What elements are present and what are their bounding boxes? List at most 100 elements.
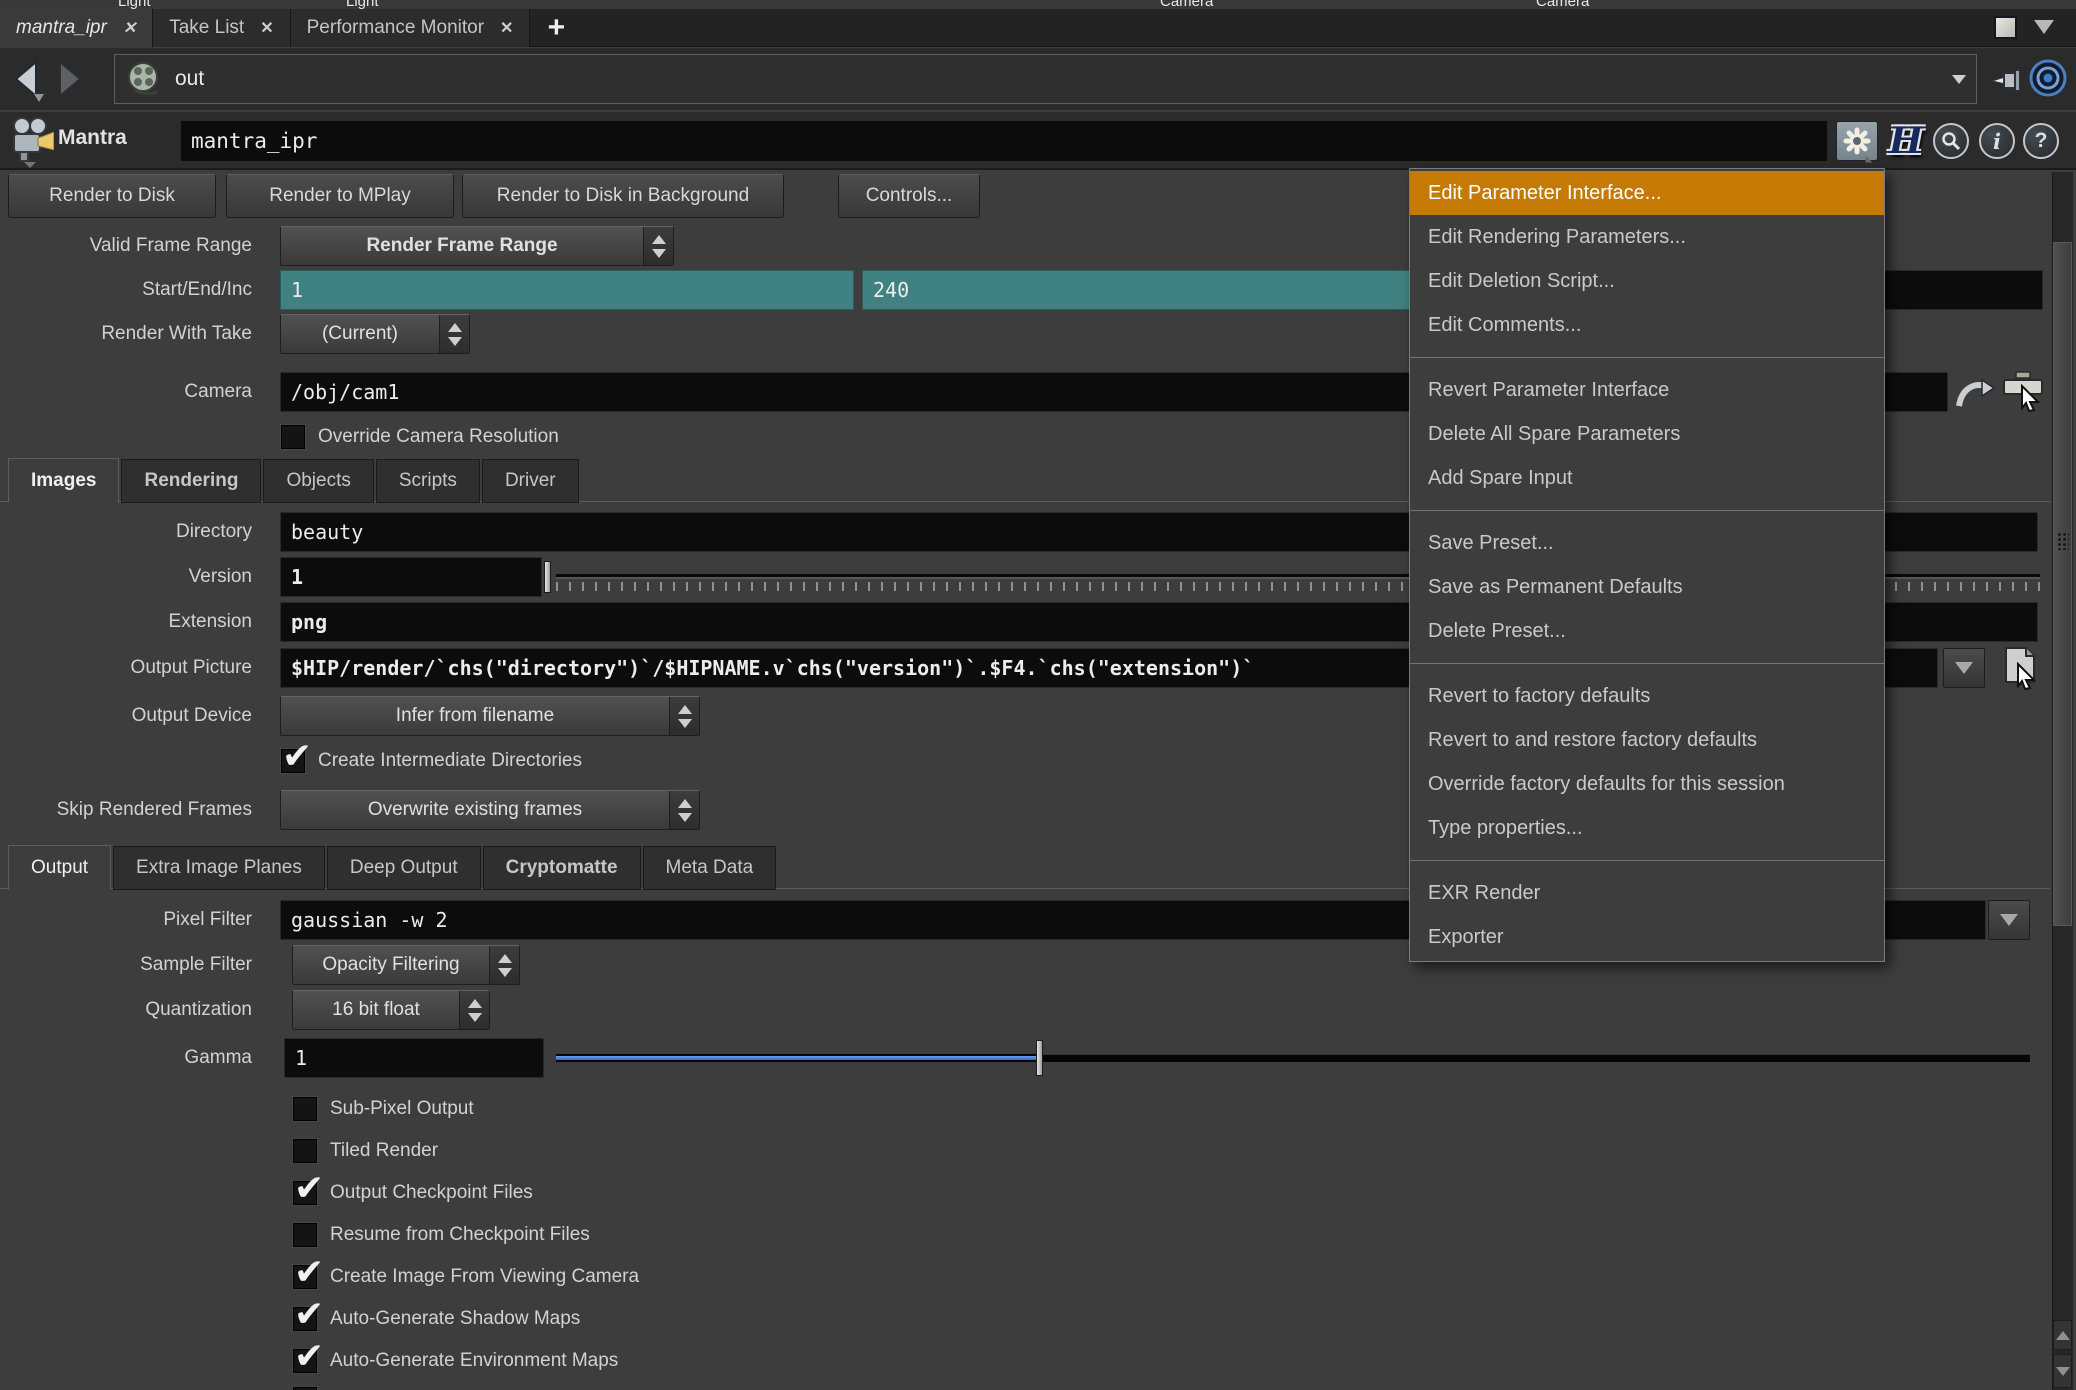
render-to-mplay-button[interactable]: Render to MPlay: [226, 174, 454, 218]
search-button[interactable]: [1932, 121, 1970, 161]
pane-tab-mantra-ipr[interactable]: mantra_ipr ✕: [0, 9, 153, 47]
gear-menu-button[interactable]: [1836, 121, 1878, 161]
maximize-pane-icon[interactable]: [1994, 16, 2017, 39]
sample-filter-dropdown[interactable]: Opacity Filtering: [292, 945, 520, 985]
pane-tab-performance-monitor[interactable]: Performance Monitor ✕: [291, 9, 531, 47]
menu-item-type-properties[interactable]: Type properties...: [1410, 806, 1884, 850]
menu-item-revert-to-and-restore-factory-defaults[interactable]: Revert to and restore factory defaults: [1410, 718, 1884, 762]
houdini-logo: H: [1889, 120, 1923, 162]
quantization-dropdown[interactable]: 16 bit float: [292, 990, 490, 1030]
menu-item-exporter[interactable]: Exporter: [1410, 915, 1884, 959]
create-image-from-viewing-camera-checkbox[interactable]: ✔: [292, 1264, 318, 1290]
gamma-field[interactable]: 1: [284, 1038, 544, 1078]
help-button[interactable]: ?: [2022, 121, 2060, 161]
menu-item-add-spare-input[interactable]: Add Spare Input: [1410, 456, 1884, 500]
choose-file-icon[interactable]: [1998, 644, 2044, 690]
controls-button[interactable]: Controls...: [838, 174, 980, 218]
houdini-logo-button[interactable]: H: [1884, 121, 1928, 161]
menu-item-save-as-permanent-defaults[interactable]: Save as Permanent Defaults: [1410, 565, 1884, 609]
param-label-pixel-filter: Pixel Filter: [0, 900, 252, 940]
version-field[interactable]: 1: [280, 557, 542, 597]
param-label-quantization: Quantization: [0, 990, 252, 1030]
close-icon[interactable]: ✕: [260, 18, 273, 38]
tab-meta-data[interactable]: Meta Data: [643, 846, 777, 890]
menu-item-save-preset[interactable]: Save Preset...: [1410, 521, 1884, 565]
tab-deep-output[interactable]: Deep Output: [327, 846, 481, 890]
output-device-dropdown[interactable]: Infer from filename: [280, 696, 700, 736]
param-label-start-end-inc: Start/End/Inc: [0, 270, 252, 310]
create-intermediate-directories-checkbox[interactable]: ✔: [280, 748, 306, 774]
valid-frame-range-dropdown[interactable]: Render Frame Range: [280, 226, 674, 266]
dropdown-value: Opacity Filtering: [293, 946, 489, 984]
spinner-arrows-icon[interactable]: [439, 315, 469, 353]
tab-scripts[interactable]: Scripts: [376, 459, 480, 503]
help-icon: ?: [2023, 123, 2059, 159]
menu-item-delete-preset[interactable]: Delete Preset...: [1410, 609, 1884, 653]
spinner-arrows-icon[interactable]: [489, 946, 519, 984]
spinner-arrows-icon[interactable]: [459, 991, 489, 1029]
follow-selection-icon[interactable]: [2028, 58, 2068, 98]
render-to-disk-background-button[interactable]: Render to Disk in Background: [462, 174, 784, 218]
new-tab-button[interactable]: +: [530, 9, 582, 46]
menu-item-revert-parameter-interface[interactable]: Revert Parameter Interface: [1410, 368, 1884, 412]
path-history-dropdown[interactable]: [1941, 54, 1977, 104]
network-path-field[interactable]: out: [114, 54, 1942, 104]
menu-item-edit-parameter-interface[interactable]: Edit Parameter Interface...: [1410, 171, 1884, 215]
menu-item-edit-rendering-parameters[interactable]: Edit Rendering Parameters...: [1410, 215, 1884, 259]
pixel-filter-dropdown-button[interactable]: [1988, 900, 2030, 940]
menu-item-edit-comments[interactable]: Edit Comments...: [1410, 303, 1884, 347]
menu-item-delete-all-spare-parameters[interactable]: Delete All Spare Parameters: [1410, 412, 1884, 456]
tab-rendering[interactable]: Rendering: [121, 459, 261, 503]
tab-images[interactable]: Images: [8, 458, 119, 503]
network-editor-sliver: Light Light Camera Camera: [0, 0, 2076, 9]
tab-driver[interactable]: Driver: [482, 459, 579, 503]
checkbox-label: Auto-Generate Shadow Maps: [330, 1305, 580, 1333]
forward-arrow-icon[interactable]: [48, 58, 88, 104]
render-to-disk-button[interactable]: Render to Disk: [8, 174, 216, 218]
skip-rendered-frames-dropdown[interactable]: Overwrite existing frames: [280, 790, 700, 830]
close-icon[interactable]: ✕: [500, 18, 513, 38]
tab-objects[interactable]: Objects: [263, 459, 373, 503]
version-slider-handle[interactable]: [544, 561, 551, 593]
tab-output[interactable]: Output: [8, 845, 111, 890]
menu-item-override-factory-defaults-for-this-session[interactable]: Override factory defaults for this sessi…: [1410, 762, 1884, 806]
auto-generate-shadow-maps-checkbox[interactable]: ✔: [292, 1306, 318, 1332]
render-with-take-dropdown[interactable]: (Current): [280, 314, 470, 354]
spinner-arrows-icon[interactable]: [643, 227, 673, 265]
output-checkpoint-files-checkbox[interactable]: ✔: [292, 1180, 318, 1206]
close-icon[interactable]: ✕: [123, 18, 136, 38]
auto-generate-environment-maps-checkbox[interactable]: ✔: [292, 1348, 318, 1374]
output-picture-dropdown-button[interactable]: [1943, 648, 1985, 688]
menu-item-edit-deletion-script[interactable]: Edit Deletion Script...: [1410, 259, 1884, 303]
pane-tab-take-list[interactable]: Take List ✕: [153, 9, 290, 47]
menu-separator: [1410, 510, 1884, 511]
check-icon: ✔: [282, 736, 312, 777]
check-icon: ✔: [294, 1168, 324, 1209]
scroll-up-button[interactable]: [2053, 1320, 2072, 1350]
scroll-down-button[interactable]: [2053, 1354, 2072, 1388]
tab-cryptomatte[interactable]: Cryptomatte: [483, 846, 641, 890]
back-arrow-icon[interactable]: [8, 58, 48, 104]
node-name-field[interactable]: mantra_ipr: [180, 120, 1828, 162]
spinner-arrows-icon[interactable]: [669, 697, 699, 735]
menu-separator: [1410, 357, 1884, 358]
pin-icon[interactable]: [1988, 60, 2026, 98]
info-button[interactable]: i: [1978, 121, 2016, 161]
vertical-scrollbar-thumb[interactable]: [2053, 242, 2072, 926]
menu-item-revert-to-factory-defaults[interactable]: Revert to factory defaults: [1410, 674, 1884, 718]
checkbox-label: Output Checkpoint Files: [330, 1179, 533, 1207]
override-camera-resolution-checkbox[interactable]: [280, 424, 306, 450]
tab-extra-image-planes[interactable]: Extra Image Planes: [113, 846, 325, 890]
spinner-arrows-icon[interactable]: [669, 791, 699, 829]
jump-to-node-icon[interactable]: [1954, 374, 1996, 412]
clipped-checkbox[interactable]: [292, 1386, 318, 1390]
resume-from-checkpoint-files-checkbox[interactable]: [292, 1222, 318, 1248]
gamma-slider-handle[interactable]: [1036, 1040, 1043, 1076]
frame-start-field[interactable]: 1: [280, 270, 854, 310]
select-node-icon[interactable]: [2000, 368, 2046, 412]
pane-menu-chevron-icon[interactable]: [2034, 20, 2054, 34]
tiled-render-checkbox[interactable]: [292, 1138, 318, 1164]
menu-item-exr-render[interactable]: EXR Render: [1410, 871, 1884, 915]
frame-end-field[interactable]: 240: [862, 270, 1442, 310]
sub-pixel-output-checkbox[interactable]: [292, 1096, 318, 1122]
